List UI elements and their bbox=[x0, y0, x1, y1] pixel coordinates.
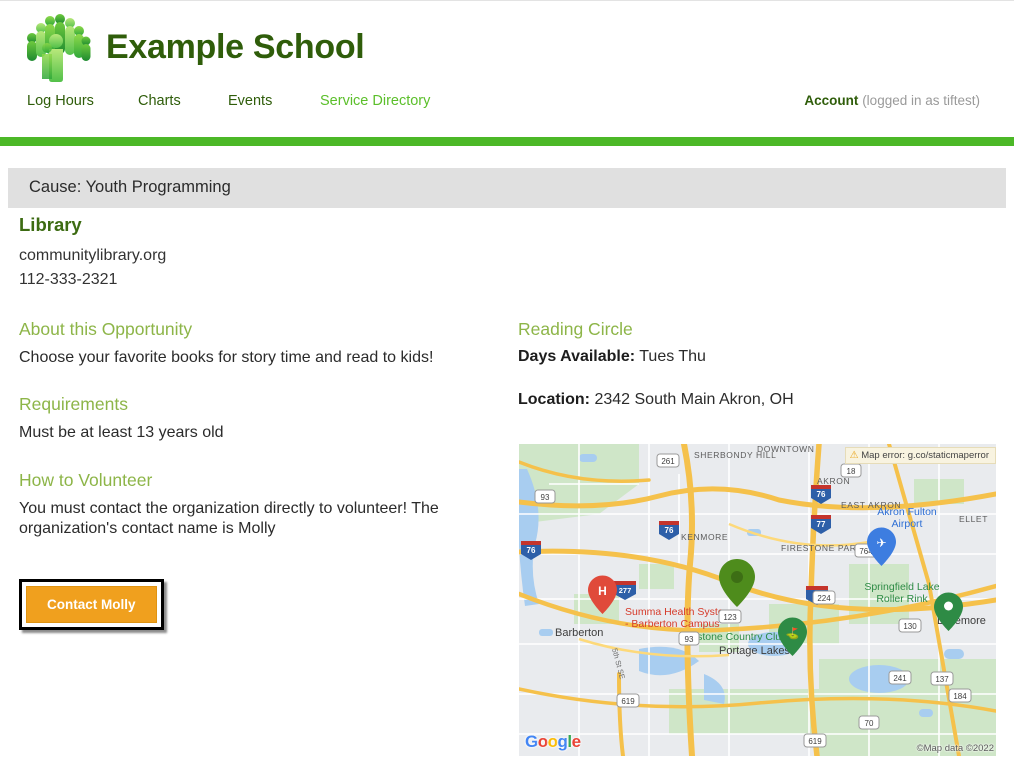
svg-text:76: 76 bbox=[527, 546, 536, 555]
location-value: 2342 South Main Akron, OH bbox=[594, 391, 794, 408]
how-to-volunteer-section: How to Volunteer You must contact the or… bbox=[19, 470, 489, 540]
details-right-column: Reading Circle Days Available: Tues Thu … bbox=[518, 319, 996, 434]
nav-item-charts[interactable]: Charts bbox=[138, 93, 181, 109]
contact-button-focus-ring: Contact Molly bbox=[19, 579, 164, 630]
map-pin-marker-main bbox=[719, 559, 755, 607]
svg-text:Akron Fulton: Akron Fulton bbox=[877, 506, 937, 518]
svg-text:123: 123 bbox=[723, 613, 737, 622]
svg-text:Roller Rink: Roller Rink bbox=[876, 593, 928, 605]
cause-banner: Cause: Youth Programming bbox=[8, 168, 1006, 208]
svg-text:261: 261 bbox=[661, 457, 675, 466]
svg-text:Barberton: Barberton bbox=[555, 627, 603, 639]
opportunity-title: Reading Circle bbox=[518, 319, 633, 339]
svg-text:H: H bbox=[598, 584, 607, 598]
tree-of-people-logo-icon bbox=[27, 14, 91, 82]
svg-text:⛳: ⛳ bbox=[786, 627, 800, 640]
organization-website[interactable]: communitylibrary.org bbox=[19, 247, 166, 265]
contact-molly-button[interactable]: Contact Molly bbox=[26, 586, 157, 623]
svg-text:Springfield Lake: Springfield Lake bbox=[864, 581, 939, 593]
location-label: Location: bbox=[518, 391, 590, 408]
about-body: Choose your favorite books for story tim… bbox=[19, 349, 434, 366]
static-map[interactable]: SHERBONDY HILL DOWNTOWN EAST AKRON KENMO… bbox=[519, 444, 996, 756]
requirements-body: Must be at least 13 years old bbox=[19, 424, 224, 442]
svg-text:DOWNTOWN: DOWNTOWN bbox=[757, 444, 815, 454]
main-nav: Log Hours Charts Events Service Director… bbox=[0, 93, 1014, 123]
svg-text:130: 130 bbox=[903, 622, 917, 631]
about-section: About this Opportunity Choose your favor… bbox=[19, 319, 489, 368]
svg-text:✈: ✈ bbox=[876, 536, 886, 550]
svg-text:70: 70 bbox=[865, 719, 874, 728]
organization-phone[interactable]: 112-333-2321 bbox=[19, 271, 117, 289]
svg-text:FIRESTONE PARK: FIRESTONE PARK bbox=[781, 543, 863, 553]
map-labels: SHERBONDY HILL DOWNTOWN EAST AKRON KENMO… bbox=[521, 444, 988, 748]
days-available-label: Days Available: bbox=[518, 348, 636, 365]
requirements-heading: Requirements bbox=[19, 394, 128, 415]
svg-text:18: 18 bbox=[847, 467, 856, 476]
svg-text:ELLET: ELLET bbox=[959, 514, 988, 524]
map-error-text: Map error: g.co/staticmaperror bbox=[861, 450, 989, 461]
svg-text:619: 619 bbox=[808, 737, 822, 746]
svg-text:76: 76 bbox=[817, 490, 826, 499]
days-available-value: Tues Thu bbox=[639, 348, 706, 365]
location-row: Location: 2342 South Main Akron, OH bbox=[518, 391, 996, 409]
details-left-column: About this Opportunity Choose your favor… bbox=[19, 319, 489, 564]
svg-text:5th St SE: 5th St SE bbox=[610, 647, 627, 680]
svg-text:- Barberton Campus: - Barberton Campus bbox=[625, 618, 720, 630]
account-status: (logged in as tiftest) bbox=[862, 93, 980, 108]
how-to-volunteer-body: You must contact the organization direct… bbox=[19, 499, 439, 538]
map-error-banner: ⚠ Map error: g.co/staticmaperror bbox=[844, 447, 996, 464]
map-pin-hospital: H bbox=[588, 575, 617, 614]
how-to-volunteer-heading: How to Volunteer bbox=[19, 469, 153, 490]
svg-text:619: 619 bbox=[621, 697, 635, 706]
nav-item-log-hours[interactable]: Log Hours bbox=[27, 93, 94, 109]
nav-item-events[interactable]: Events bbox=[228, 93, 272, 109]
svg-text:77: 77 bbox=[817, 520, 826, 529]
warning-icon: ⚠ bbox=[849, 450, 859, 461]
brand-title: Example School bbox=[106, 27, 365, 66]
google-logo: Google bbox=[525, 732, 581, 751]
svg-text:277: 277 bbox=[619, 586, 632, 595]
nav-item-service-directory[interactable]: Service Directory bbox=[320, 93, 430, 109]
svg-text:Summa Health System: Summa Health System bbox=[625, 606, 733, 618]
svg-text:Airport: Airport bbox=[892, 518, 923, 530]
requirements-section: Requirements Must be at least 13 years o… bbox=[19, 394, 489, 443]
account-menu[interactable]: Account (logged in as tiftest) bbox=[804, 93, 980, 108]
brand[interactable]: Example School bbox=[16, 7, 365, 87]
svg-text:184: 184 bbox=[953, 692, 967, 701]
header-accent-bar bbox=[0, 137, 1014, 146]
about-heading: About this Opportunity bbox=[19, 319, 193, 339]
svg-text:93: 93 bbox=[685, 635, 694, 644]
map-attribution: ©Map data ©2022 bbox=[916, 743, 994, 754]
site-header: Example School Log Hours Charts Events S… bbox=[0, 1, 1014, 137]
account-label: Account bbox=[804, 93, 859, 108]
svg-text:KENMORE: KENMORE bbox=[681, 532, 728, 542]
map-pin-airport: ✈ bbox=[867, 527, 896, 566]
svg-text:137: 137 bbox=[935, 675, 949, 684]
svg-text:93: 93 bbox=[541, 493, 550, 502]
cause-label: Cause: Youth Programming bbox=[29, 178, 231, 196]
svg-text:Portage Lakes: Portage Lakes bbox=[719, 645, 790, 657]
svg-text:76: 76 bbox=[665, 526, 674, 535]
svg-text:241: 241 bbox=[893, 674, 907, 683]
page-root: Example School Log Hours Charts Events S… bbox=[0, 0, 1014, 768]
svg-text:224: 224 bbox=[817, 594, 831, 603]
organization-name: Library bbox=[19, 214, 82, 235]
days-available-row: Days Available: Tues Thu bbox=[518, 348, 996, 366]
